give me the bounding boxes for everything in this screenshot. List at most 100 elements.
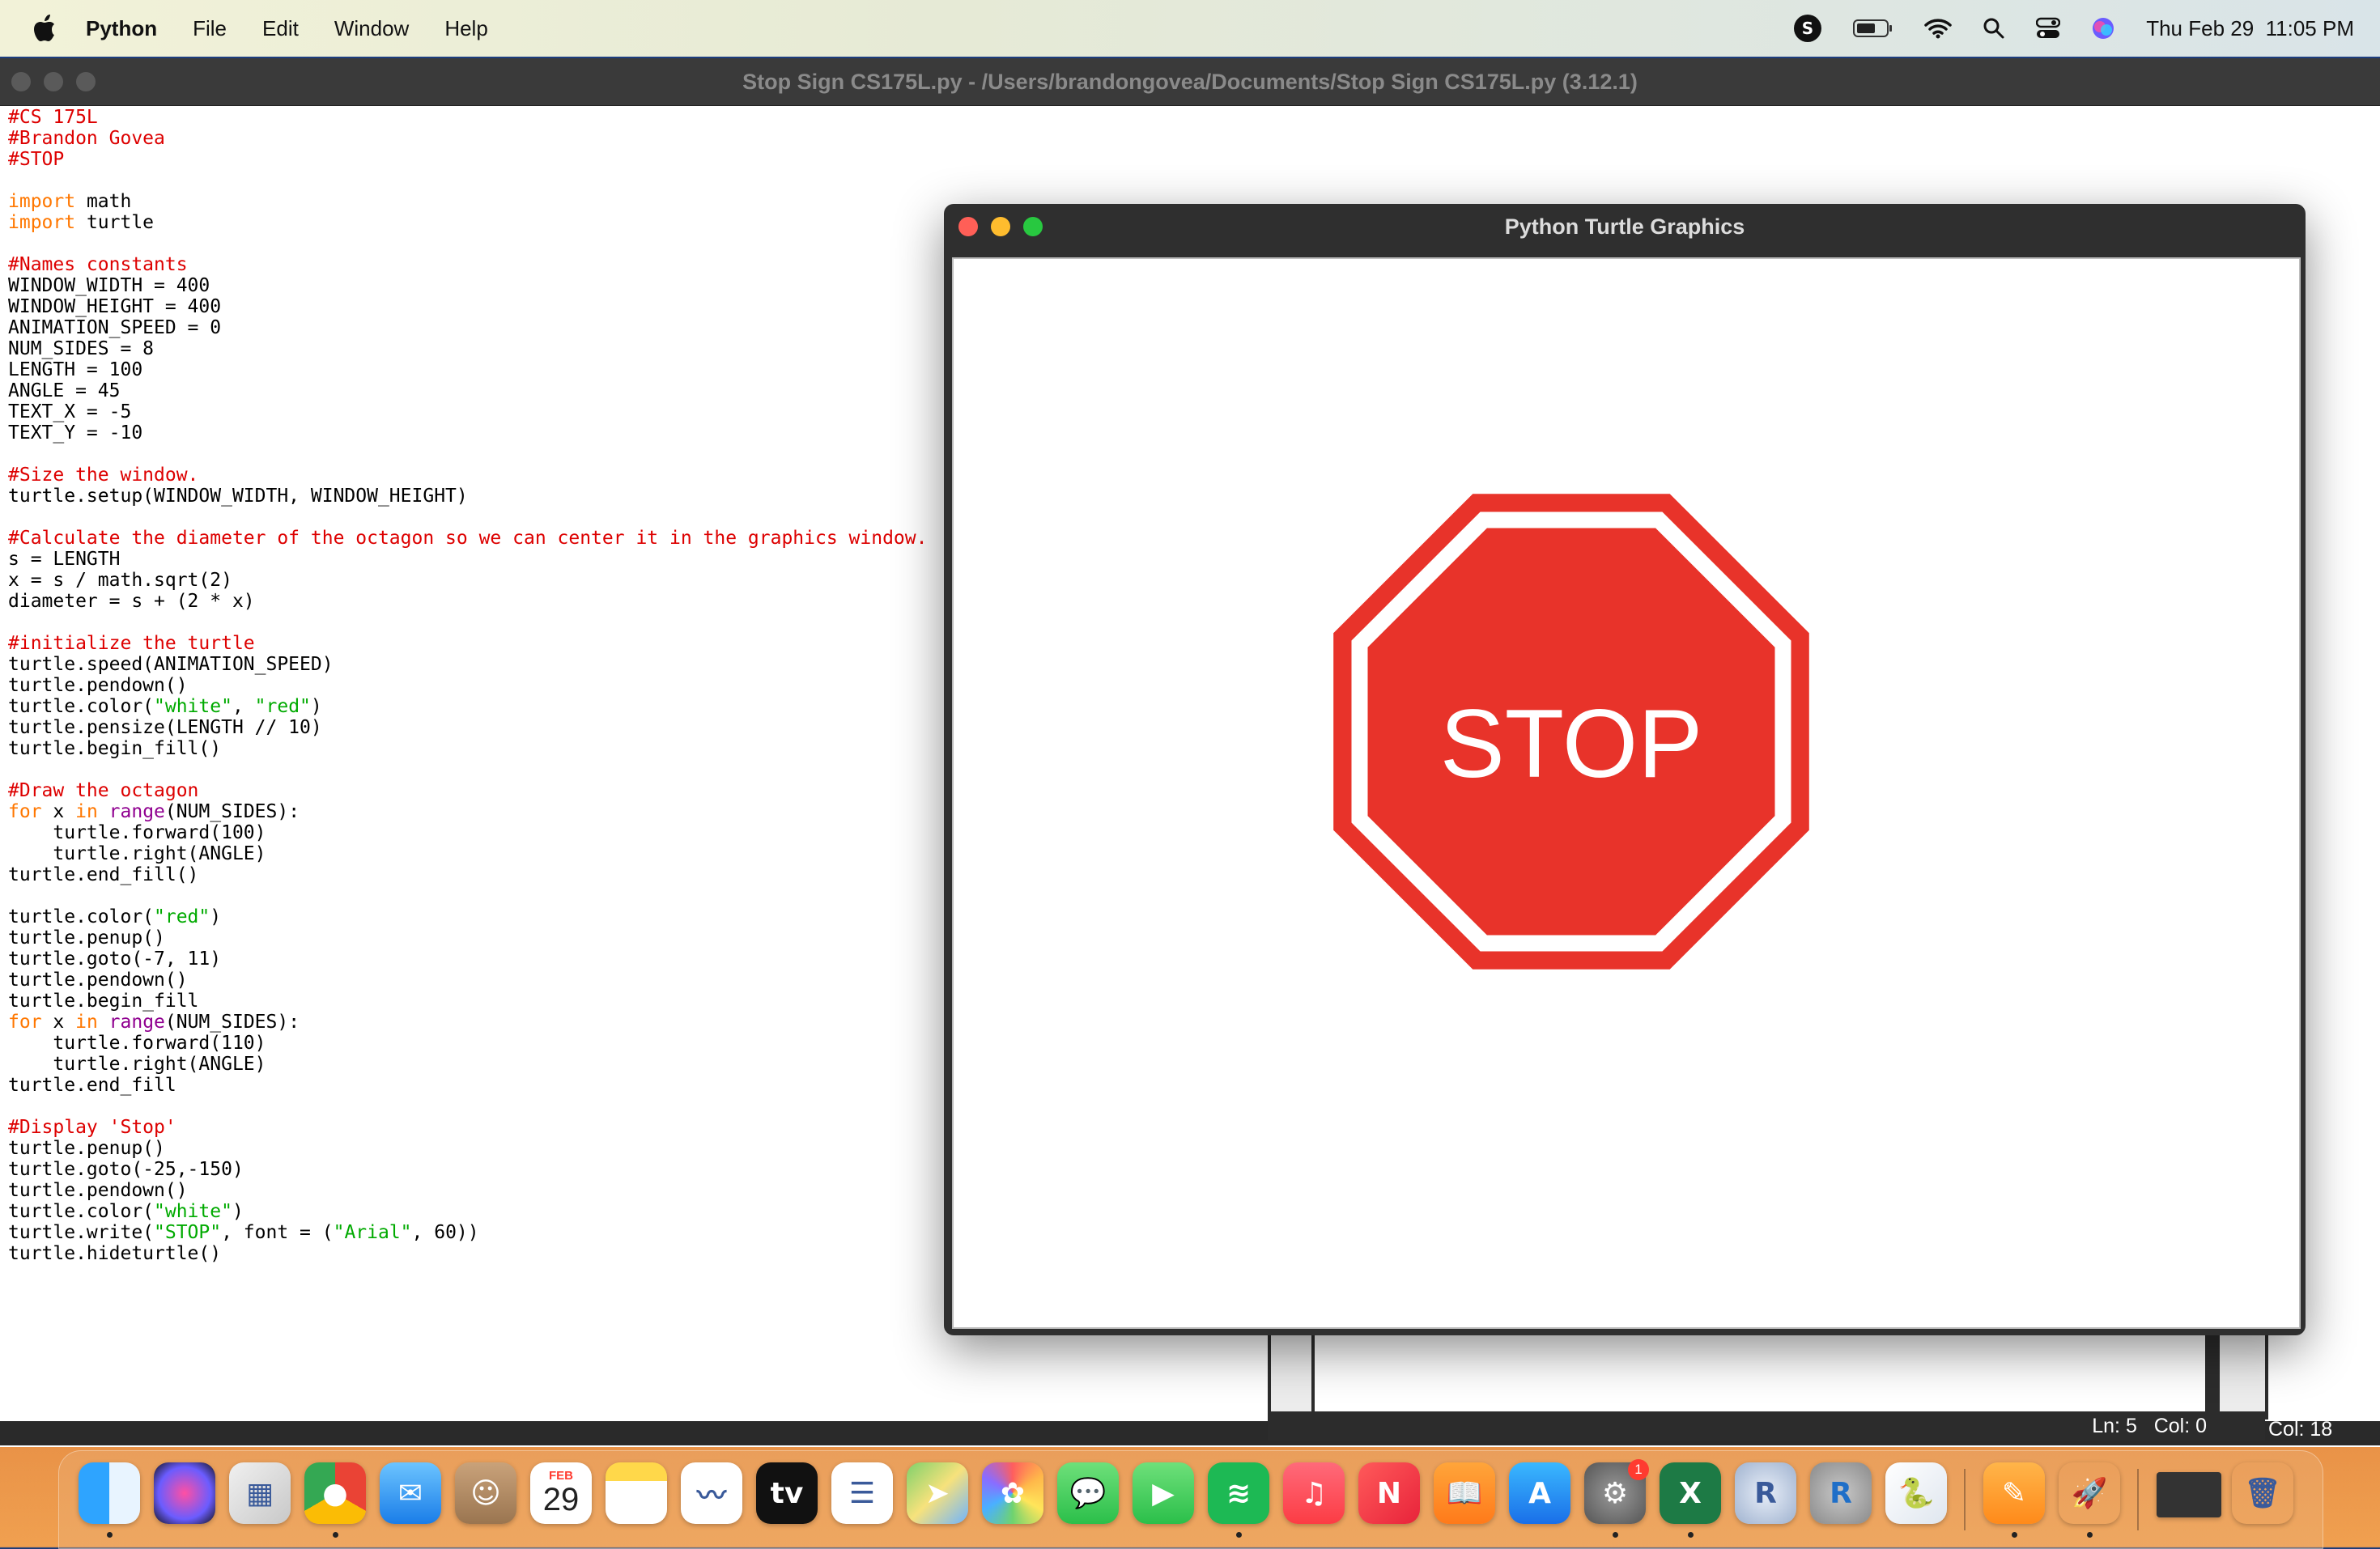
books-icon[interactable]: 📖 <box>1434 1462 1495 1524</box>
code-line[interactable]: NUM_SIDES = 8 <box>8 338 927 359</box>
code-line[interactable]: turtle.pendown() <box>8 675 927 696</box>
code-line[interactable]: turtle.penup() <box>8 1138 927 1159</box>
photos-icon[interactable]: ✿ <box>982 1462 1043 1524</box>
facetime-icon[interactable]: ▶ <box>1133 1462 1194 1524</box>
siri-icon[interactable] <box>154 1462 215 1524</box>
mail-icon[interactable]: ✉ <box>380 1462 441 1524</box>
excel-icon[interactable]: X <box>1660 1462 1721 1524</box>
code-line[interactable]: #Brandon Govea <box>8 128 927 149</box>
code-line[interactable]: turtle.setup(WINDOW_WIDTH, WINDOW_HEIGHT… <box>8 486 927 507</box>
code-line[interactable]: LENGTH = 100 <box>8 359 927 380</box>
code-line[interactable] <box>8 759 927 780</box>
calendar-icon[interactable]: FEB 29 <box>530 1462 592 1524</box>
app-store-icon[interactable]: A <box>1509 1462 1570 1524</box>
wifi-icon[interactable] <box>1924 18 1952 39</box>
code-line[interactable]: #Size the window. <box>8 465 927 486</box>
messages-icon[interactable]: 💬 <box>1057 1462 1119 1524</box>
python-launcher-icon[interactable]: 🐍 <box>1885 1462 1947 1524</box>
menu-file[interactable]: File <box>193 16 227 41</box>
code-line[interactable]: turtle.end_fill() <box>8 864 927 885</box>
music-icon[interactable]: ♫ <box>1283 1462 1345 1524</box>
code-line[interactable]: turtle.right(ANGLE) <box>8 1054 927 1075</box>
code-line[interactable]: WINDOW_HEIGHT = 400 <box>8 296 927 317</box>
spotify-icon[interactable]: ≋ <box>1208 1462 1269 1524</box>
apple-menu-icon[interactable] <box>31 12 58 45</box>
code-line[interactable]: #initialize the turtle <box>8 633 927 654</box>
code-line[interactable]: turtle.speed(ANIMATION_SPEED) <box>8 654 927 675</box>
window-thumbnail-icon[interactable] <box>2157 1472 2221 1517</box>
code-line[interactable]: #Draw the octagon <box>8 780 927 801</box>
launchpad-icon[interactable]: ▦ <box>229 1462 291 1524</box>
code-line[interactable] <box>8 1096 927 1117</box>
code-line[interactable]: turtle.forward(100) <box>8 822 927 843</box>
code-line[interactable]: turtle.pensize(LENGTH // 10) <box>8 717 927 738</box>
turtle-canvas[interactable]: STOP <box>952 257 2301 1329</box>
pages-icon[interactable]: ✎ <box>1983 1462 2045 1524</box>
editor-titlebar[interactable]: Stop Sign CS175L.py - /Users/brandongove… <box>0 58 2380 106</box>
code-line[interactable]: turtle.begin_fill <box>8 991 927 1012</box>
control-center-icon[interactable] <box>2036 17 2061 40</box>
code-line[interactable]: turtle.hideturtle() <box>8 1243 927 1264</box>
code-line[interactable] <box>8 170 927 191</box>
code-line[interactable]: turtle.forward(110) <box>8 1033 927 1054</box>
code-line[interactable]: ANIMATION_SPEED = 0 <box>8 317 927 338</box>
code-line[interactable]: diameter = s + (2 * x) <box>8 591 927 612</box>
code-line[interactable]: turtle.end_fill <box>8 1075 927 1096</box>
spotlight-search-icon[interactable] <box>1983 17 2005 40</box>
code-line[interactable]: TEXT_X = -5 <box>8 401 927 422</box>
freeform-icon[interactable]: 〰 <box>681 1462 742 1524</box>
code-line[interactable]: ANGLE = 45 <box>8 380 927 401</box>
code-line[interactable] <box>8 885 927 906</box>
rocket-icon[interactable]: 🚀 <box>2059 1462 2120 1524</box>
rstudio-icon[interactable]: R <box>1810 1462 1872 1524</box>
code-line[interactable] <box>8 612 927 633</box>
code-line[interactable]: turtle.pendown() <box>8 1180 927 1201</box>
code-line[interactable]: TEXT_Y = -10 <box>8 422 927 443</box>
menubar-clock[interactable]: Thu Feb 29 11:05 PM <box>2146 16 2354 41</box>
code-line[interactable]: for x in range(NUM_SIDES): <box>8 801 927 822</box>
code-line[interactable]: turtle.goto(-7, 11) <box>8 948 927 970</box>
code-line[interactable] <box>8 233 927 254</box>
menu-edit[interactable]: Edit <box>262 16 299 41</box>
code-line[interactable]: #CS 175L <box>8 107 927 128</box>
notes-icon[interactable] <box>606 1462 667 1524</box>
apple-tv-icon[interactable]: tv <box>756 1462 818 1524</box>
code-line[interactable]: for x in range(NUM_SIDES): <box>8 1012 927 1033</box>
code-line[interactable]: turtle.right(ANGLE) <box>8 843 927 864</box>
grammarly-icon[interactable]: S <box>1793 14 1822 43</box>
finder-icon[interactable] <box>79 1462 140 1524</box>
code-editor[interactable]: #CS 175L #Brandon Govea #STOP import math im… <box>8 107 927 1264</box>
code-line[interactable]: x = s / math.sqrt(2) <box>8 570 927 591</box>
code-line[interactable]: #Calculate the diameter of the octagon s… <box>8 528 927 549</box>
menu-help[interactable]: Help <box>444 16 487 41</box>
r-icon[interactable]: R <box>1735 1462 1796 1524</box>
chrome-icon[interactable]: ● <box>304 1462 366 1524</box>
siri-icon[interactable] <box>2091 16 2115 40</box>
battery-icon[interactable] <box>1853 19 1893 38</box>
menu-window[interactable]: Window <box>334 16 409 41</box>
news-icon[interactable]: N <box>1358 1462 1420 1524</box>
code-line[interactable]: turtle.goto(-25,-150) <box>8 1159 927 1180</box>
turtle-titlebar[interactable]: Python Turtle Graphics <box>944 204 2306 249</box>
code-line[interactable]: turtle.color("white", "red") <box>8 696 927 717</box>
code-line[interactable]: import math <box>8 191 927 212</box>
code-line[interactable]: s = LENGTH <box>8 549 927 570</box>
system-settings-icon[interactable]: ⚙ 1 <box>1584 1459 1649 1524</box>
trash-icon[interactable]: 🗑 <box>2232 1462 2293 1524</box>
code-line[interactable]: turtle.pendown() <box>8 970 927 991</box>
code-line[interactable]: turtle.begin_fill() <box>8 738 927 759</box>
code-line[interactable]: import turtle <box>8 212 927 233</box>
code-line[interactable] <box>8 507 927 528</box>
code-line[interactable]: #Display 'Stop' <box>8 1117 927 1138</box>
maps-icon[interactable]: ➤ <box>907 1462 968 1524</box>
contacts-icon[interactable]: ☺ <box>455 1462 516 1524</box>
code-line[interactable]: turtle.color("white") <box>8 1201 927 1222</box>
menu-app-python[interactable]: Python <box>86 16 157 41</box>
code-line[interactable]: turtle.color("red") <box>8 906 927 927</box>
code-line[interactable]: turtle.penup() <box>8 927 927 948</box>
code-line[interactable]: WINDOW_WIDTH = 400 <box>8 275 927 296</box>
reminders-icon[interactable]: ☰ <box>831 1462 893 1524</box>
code-line[interactable]: turtle.write("STOP", font = ("Arial", 60… <box>8 1222 927 1243</box>
code-line[interactable]: #STOP <box>8 149 927 170</box>
code-line[interactable] <box>8 443 927 465</box>
